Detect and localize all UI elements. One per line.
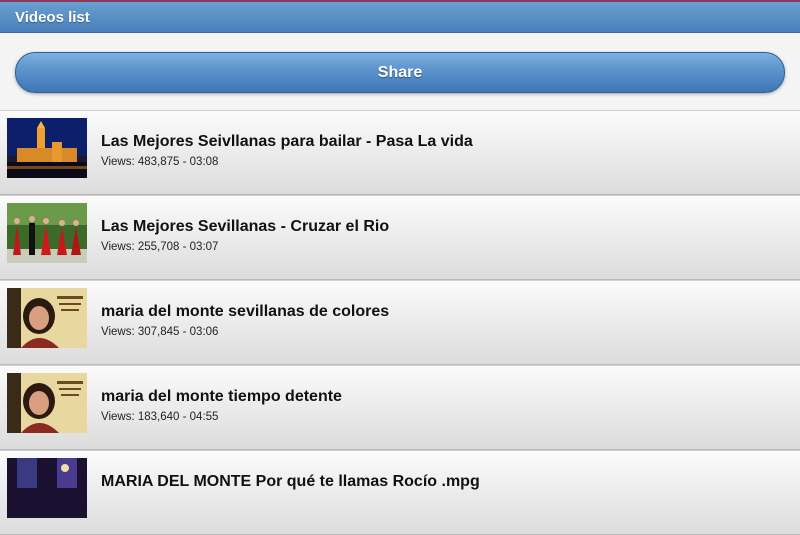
- singer-portrait-thumbnail: [7, 373, 87, 433]
- singer-portrait-thumbnail: [7, 288, 87, 348]
- video-title: MARIA DEL MONTE Por qué te llamas Rocío …: [101, 473, 480, 490]
- page-title: Videos list: [15, 9, 90, 26]
- list-item[interactable]: Las Mejores Seivllanas para bailar - Pas…: [0, 110, 800, 195]
- list-item[interactable]: MARIA DEL MONTE Por qué te llamas Rocío …: [0, 450, 800, 535]
- list-item[interactable]: Las Mejores Sevillanas - Cruzar el Rio V…: [0, 195, 800, 280]
- video-meta: Views: 255,708 - 03:07: [101, 241, 219, 253]
- share-button[interactable]: Share: [15, 52, 785, 93]
- video-title: Las Mejores Sevillanas - Cruzar el Rio: [101, 218, 390, 235]
- video-title: maria del monte sevillanas de colores: [101, 303, 390, 320]
- videos-list: Las Mejores Seivllanas para bailar - Pas…: [0, 110, 800, 535]
- video-meta: Views: 183,640 - 04:55: [101, 411, 219, 423]
- title-bar: Videos list: [0, 0, 800, 33]
- cathedral-night-thumbnail: [7, 118, 87, 178]
- flamenco-dancers-thumbnail: [7, 203, 87, 263]
- video-title: Las Mejores Seivllanas para bailar - Pas…: [101, 133, 473, 150]
- list-item[interactable]: maria del monte sevillanas de colores Vi…: [0, 280, 800, 365]
- list-item[interactable]: maria del monte tiempo detente Views: 18…: [0, 365, 800, 450]
- stage-performance-thumbnail: [7, 458, 87, 518]
- video-title: maria del monte tiempo detente: [101, 388, 342, 405]
- video-meta: Views: 307,845 - 03:06: [101, 326, 219, 338]
- video-meta: Views: 483,875 - 03:08: [101, 156, 219, 168]
